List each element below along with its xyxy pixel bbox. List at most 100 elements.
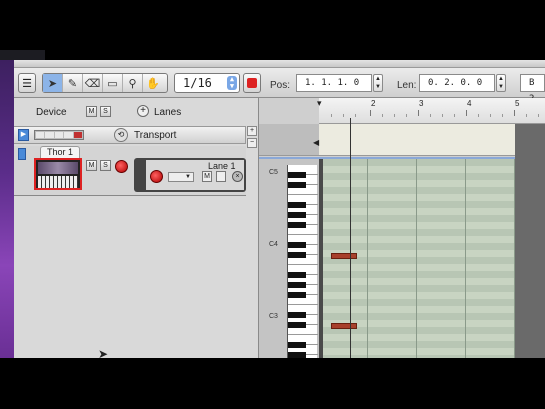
song-position-marker[interactable]: ▾: [317, 98, 327, 112]
loop-left-marker[interactable]: ◀: [313, 138, 319, 147]
out-of-song-region: [515, 124, 545, 358]
pointer-tool-button[interactable]: ➤: [43, 74, 63, 92]
black-key[interactable]: [288, 272, 306, 278]
magnify-icon: ⚲: [128, 77, 137, 90]
letterbox-bottom: [0, 358, 545, 409]
solo-header-button[interactable]: S: [100, 106, 111, 117]
tool-group: ➤ ✎ ⌫ ▭ ⚲ ✋: [42, 73, 168, 93]
black-key[interactable]: [288, 202, 306, 208]
pencil-tool-button[interactable]: ✎: [63, 74, 83, 92]
device-column-label: Device: [36, 107, 67, 118]
thor-device-thumbnail[interactable]: [34, 158, 82, 190]
quantize-stepper[interactable]: ▲ ▼: [227, 76, 237, 90]
octave-label: C3: [269, 313, 278, 320]
ruler-bar-label: 4: [467, 99, 472, 108]
snap-icon: [247, 78, 257, 88]
track-list-panel: Device M S + Lanes ▶ ⟲ Transport + − Tho…: [14, 98, 259, 358]
hand-icon: ✋: [146, 77, 160, 90]
play-icon: ▶: [18, 129, 29, 141]
extra-field[interactable]: B 2: [520, 74, 545, 104]
grid-edge: [319, 159, 323, 358]
lane-record-button[interactable]: [150, 170, 163, 183]
thor-record-button[interactable]: [115, 160, 128, 173]
len-stepper[interactable]: ▲ ▼: [496, 74, 506, 92]
razor-tool-button[interactable]: ▭: [103, 74, 123, 92]
black-key[interactable]: [288, 182, 306, 188]
mute-header-button[interactable]: M: [86, 106, 97, 117]
transport-track-name: Transport: [134, 130, 177, 141]
black-key[interactable]: [288, 212, 306, 218]
timeline-ruler[interactable]: ▾ 2 3 4 5: [317, 98, 545, 124]
eraser-tool-button[interactable]: ⌫: [83, 74, 103, 92]
lane-strip-body: Lane 1 ▼ M ×: [146, 160, 244, 190]
track-list-header: Device M S + Lanes: [14, 98, 259, 124]
plus-icon: +: [140, 105, 146, 116]
zoom-in-icon[interactable]: +: [247, 126, 257, 136]
len-field[interactable]: 0. 2. 0. 0: [419, 74, 495, 92]
lane-header-spacer: [259, 124, 319, 156]
thor-track[interactable]: Thor 1 M S Lane 1 ▼ M ×: [14, 146, 246, 196]
black-key[interactable]: [288, 342, 306, 348]
quantize-select[interactable]: 1/16 ▲ ▼: [174, 73, 240, 93]
black-key[interactable]: [288, 242, 306, 248]
automation-lane[interactable]: [319, 124, 545, 156]
black-key[interactable]: [288, 172, 306, 178]
transport-track[interactable]: ▶ ⟲ Transport: [14, 126, 246, 144]
side-icons: + −: [247, 126, 259, 152]
song-position-line: [350, 118, 351, 358]
snap-toggle-button[interactable]: [243, 73, 261, 93]
lane-mute-button[interactable]: M: [202, 171, 212, 182]
midi-note[interactable]: [331, 323, 357, 329]
pos-stepper[interactable]: ▲ ▼: [373, 74, 383, 92]
window-titlebar: [14, 60, 545, 68]
toolbar: ☰ ➤ ✎ ⌫ ▭ ⚲ ✋ 1/16 ▲ ▼ Pos: 1. 1. 1. 0 ▲ ▼…: [14, 68, 545, 104]
thor-mute-button[interactable]: M: [86, 160, 97, 171]
add-lane-button[interactable]: +: [137, 105, 149, 117]
desktop-menubar-fragment: [0, 50, 45, 60]
desktop-background: [0, 50, 14, 358]
transport-device-thumbnail: [34, 130, 84, 140]
midi-note[interactable]: [331, 253, 357, 259]
view-mode-button[interactable]: ☰: [18, 73, 36, 93]
lanes-label: Lanes: [154, 107, 182, 118]
octave-label: C5: [269, 169, 278, 176]
black-key[interactable]: [288, 222, 306, 228]
lane-menu-dropdown[interactable]: ▼: [168, 172, 194, 182]
ruler-bar-label: 3: [419, 99, 424, 108]
lane-strip: Lane 1 ▼ M ×: [134, 158, 246, 192]
eraser-icon: ⌫: [84, 77, 101, 90]
black-key[interactable]: [288, 312, 306, 318]
octave-label: C4: [269, 241, 278, 248]
quantize-value: 1/16: [183, 76, 212, 90]
thor-solo-button[interactable]: S: [100, 160, 111, 171]
lane-name: Lane 1: [208, 161, 236, 171]
thor-track-name: Thor 1: [40, 146, 81, 158]
black-key[interactable]: [288, 252, 306, 258]
delete-lane-button[interactable]: ×: [232, 171, 243, 182]
piano-keyboard[interactable]: [287, 165, 318, 358]
black-key[interactable]: [288, 322, 306, 328]
letterbox-top: [0, 0, 545, 50]
pencil-icon: ✎: [67, 77, 78, 90]
arrow-icon: ➤: [47, 77, 58, 90]
transport-icon: ⟲: [114, 128, 128, 142]
mouse-cursor: ➤: [98, 347, 109, 358]
ruler-bar-label: 2: [371, 99, 376, 108]
black-key[interactable]: [288, 282, 306, 288]
len-label: Len:: [397, 80, 417, 91]
pos-field[interactable]: 1. 1. 1. 0: [296, 74, 372, 92]
pos-label: Pos:: [270, 80, 291, 91]
razor-icon: ▭: [107, 77, 118, 90]
ruler-bar-label: 5: [515, 99, 520, 108]
edit-area: ▾ 2 3 4 5 ◀ ▶ C5 C4 C3: [259, 98, 545, 358]
sequencer-window: ☰ ➤ ✎ ⌫ ▭ ⚲ ✋ 1/16 ▲ ▼ Pos: 1. 1. 1. 0 ▲ ▼…: [14, 60, 545, 358]
magnify-tool-button[interactable]: ⚲: [123, 74, 143, 92]
hand-tool-button[interactable]: ✋: [143, 74, 163, 92]
black-key[interactable]: [288, 292, 306, 298]
track-select-marker[interactable]: [18, 148, 26, 160]
keyboard-area: C5 C4 C3: [259, 159, 319, 358]
close-icon: ×: [235, 173, 240, 180]
zoom-out-icon[interactable]: −: [247, 138, 257, 148]
lane-solo-button[interactable]: [216, 171, 226, 182]
list-icon: ☰: [22, 77, 32, 90]
